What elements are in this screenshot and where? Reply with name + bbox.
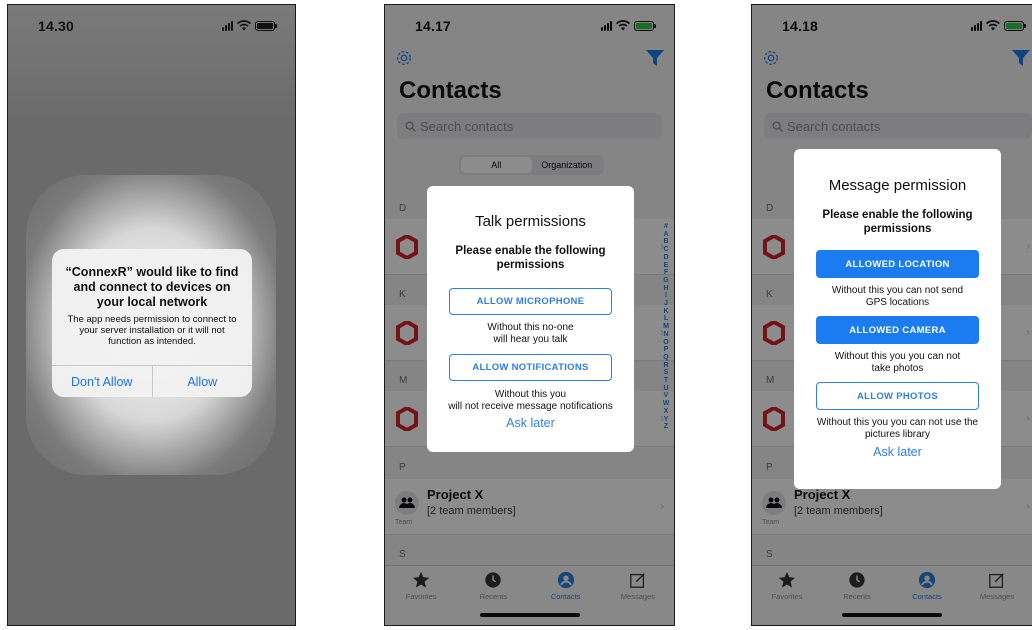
photos-note: Without this you you can not use the pic… — [816, 417, 979, 440]
allowed-location-button[interactable]: ALLOWED LOCATION — [816, 250, 979, 278]
message-permission-dialog: Message permission Please enable the fol… — [794, 149, 1001, 489]
alert-message: The app needs permission to connect to y… — [67, 314, 237, 347]
phone-screen-local-network: 14.30 “ConnexR” would like to find and c… — [7, 4, 296, 626]
allow-microphone-button[interactable]: ALLOW MICROPHONE — [449, 288, 612, 315]
microphone-note-line2: will hear you talk — [493, 334, 568, 345]
allow-photos-button[interactable]: ALLOW PHOTOS — [816, 382, 979, 410]
alert-title: “ConnexR” would like to find and connect… — [65, 265, 239, 309]
local-network-alert: “ConnexR” would like to find and connect… — [52, 249, 252, 397]
dialog-subtitle: Please enable the following permissions — [455, 245, 606, 271]
dont-allow-button[interactable]: Don't Allow — [52, 366, 153, 397]
alert-buttons: Don't Allow Allow — [52, 365, 252, 397]
status-time: 14.30 — [38, 18, 75, 34]
ask-later-link[interactable]: Ask later — [794, 445, 1001, 459]
status-bar: 14.30 — [8, 5, 295, 47]
allow-button[interactable]: Allow — [153, 366, 253, 397]
status-icons — [222, 20, 277, 31]
dialog-subtitle: Please enable the following permissions — [822, 209, 973, 235]
battery-icon — [255, 21, 277, 31]
wifi-icon — [237, 20, 251, 31]
notifications-note-line1: Without this you — [494, 389, 567, 400]
phone-screen-talk-permissions: 14.17 Contacts Search contacts All Organ… — [384, 4, 675, 626]
location-note: Without this you can not send GPS locati… — [831, 285, 964, 308]
ask-later-link[interactable]: Ask later — [427, 416, 634, 430]
dialog-title: Talk permissions — [475, 213, 586, 230]
talk-permissions-dialog: Talk permissions Please enable the follo… — [427, 186, 634, 452]
camera-note: Without this you you can not take photos — [834, 351, 961, 374]
dialog-title: Message permission — [828, 177, 967, 194]
allowed-camera-button[interactable]: ALLOWED CAMERA — [816, 316, 979, 344]
notifications-note-line2: will not receive message notifications — [448, 401, 613, 412]
signal-icon — [222, 21, 233, 31]
phone-screen-message-permission: 14.18 Contacts Search contacts D › K › M… — [751, 4, 1032, 626]
allow-notifications-button[interactable]: ALLOW NOTIFICATIONS — [449, 354, 612, 381]
microphone-note-line1: Without this no-one — [487, 322, 574, 333]
